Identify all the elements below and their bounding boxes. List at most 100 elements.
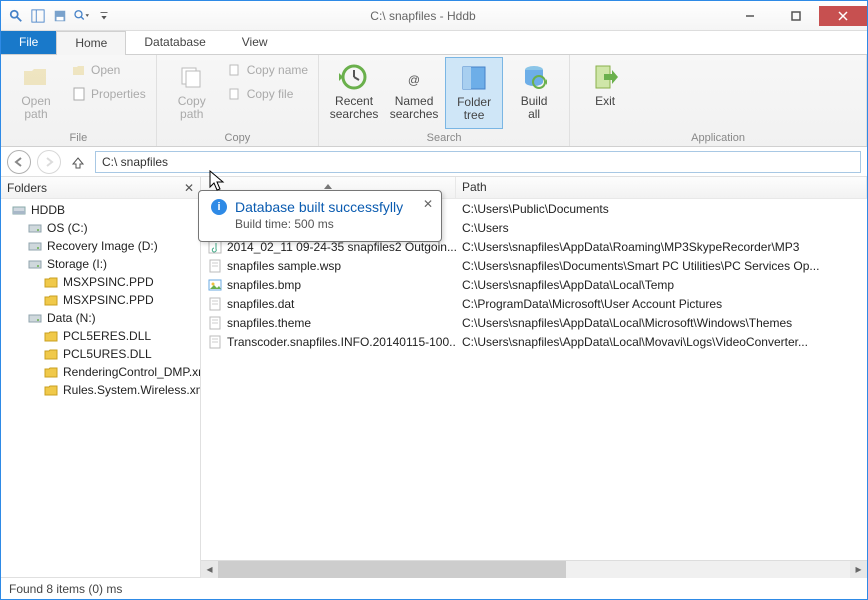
list-row[interactable]: snapfiles.datC:\ProgramData\Microsoft\Us… <box>201 294 867 313</box>
tree-item[interactable]: MSXPSINC.PPD <box>1 291 200 309</box>
folder-tree-button[interactable]: Folder tree <box>445 57 503 129</box>
tooltip-title: Database built successfylly <box>235 199 403 215</box>
window-controls <box>727 6 867 26</box>
folder-icon <box>43 328 59 344</box>
tree-item[interactable]: PCL5ERES.DLL <box>1 327 200 345</box>
disk-icon <box>11 202 27 218</box>
group-label-copy: Copy <box>163 132 312 146</box>
status-bar: Found 8 items (0) ms <box>1 577 867 599</box>
folder-tree-pane: Folders ✕ HDDBOS (C:)Recovery Image (D:)… <box>1 177 201 577</box>
up-button[interactable] <box>67 155 89 169</box>
exit-button[interactable]: Exit <box>576 57 634 129</box>
folder-icon <box>20 61 52 93</box>
tab-home[interactable]: Home <box>56 31 126 55</box>
tree-item[interactable]: OS (C:) <box>1 219 200 237</box>
list-row[interactable]: Transcoder.snapfiles.INFO.20140115-100..… <box>201 332 867 351</box>
drive-icon <box>27 310 43 326</box>
qat-overflow-icon[interactable] <box>95 7 113 25</box>
tab-database[interactable]: Datatabase <box>126 31 223 54</box>
list-rows[interactable]: C:\Users\Public\DocumentsC:\Users2014_02… <box>201 199 867 560</box>
ribbon-group-copy: Copy path Copy name Copy file Copy <box>157 55 319 146</box>
scroll-thumb[interactable] <box>218 561 566 578</box>
back-button[interactable] <box>7 150 31 174</box>
folder-icon <box>43 364 59 380</box>
list-row[interactable]: snapfiles.bmpC:\Users\snapfiles\AppData\… <box>201 275 867 294</box>
folder-icon <box>43 292 59 308</box>
address-bar-row: C:\ snapfiles <box>1 147 867 177</box>
properties-button[interactable]: Properties <box>67 83 150 105</box>
tree-item[interactable]: Rules.System.Wireless.xml <box>1 381 200 399</box>
drive-icon <box>27 220 43 236</box>
address-input[interactable]: C:\ snapfiles <box>95 151 861 173</box>
info-icon: i <box>211 199 227 215</box>
recent-searches-button[interactable]: Recent searches <box>325 57 383 129</box>
tree-item[interactable]: PCL5URES.DLL <box>1 345 200 363</box>
layout-icon[interactable] <box>29 7 47 25</box>
folder-icon <box>43 274 59 290</box>
recent-icon <box>338 61 370 93</box>
copy-file-icon <box>227 86 243 102</box>
doc-icon <box>207 258 223 274</box>
quick-access-toolbar <box>1 7 119 25</box>
open-path-button[interactable]: Open path <box>7 57 65 129</box>
tooltip-close-button[interactable]: ✕ <box>423 197 433 211</box>
open-button[interactable]: Open <box>67 59 150 81</box>
drive-icon <box>27 238 43 254</box>
doc-icon <box>207 334 223 350</box>
scroll-track[interactable] <box>218 561 850 578</box>
tooltip-subtitle: Build time: 500 ms <box>235 217 429 231</box>
doc-icon <box>207 315 223 331</box>
ribbon-group-search: Recent searches @ Named searches Folder … <box>319 55 570 146</box>
search-dropdown-icon[interactable] <box>73 7 91 25</box>
copy-name-button[interactable]: Copy name <box>223 59 312 81</box>
doc-icon <box>207 296 223 312</box>
tree-item[interactable]: Storage (I:) <box>1 255 200 273</box>
build-all-button[interactable]: Build all <box>505 57 563 129</box>
tree-item[interactable]: RenderingControl_DMP.xml <box>1 363 200 381</box>
tree-item[interactable]: HDDB <box>1 201 200 219</box>
title-bar: C:\ snapfiles - Hddb <box>1 1 867 31</box>
at-icon: @ <box>398 61 430 93</box>
notification-tooltip: i Database built successfylly Build time… <box>198 190 442 242</box>
minimize-button[interactable] <box>727 6 773 26</box>
ribbon-group-file: Open path Open Properties File <box>1 55 157 146</box>
exit-icon <box>589 61 621 93</box>
close-tree-button[interactable]: ✕ <box>184 181 194 195</box>
copy-file-button[interactable]: Copy file <box>223 83 312 105</box>
status-text: Found 8 items (0) ms <box>9 582 122 596</box>
group-label-file: File <box>7 132 150 146</box>
save-icon[interactable] <box>51 7 69 25</box>
ribbon-group-application: Exit Application <box>570 55 867 146</box>
group-label-app: Application <box>576 132 860 146</box>
list-row[interactable]: snapfiles sample.wspC:\Users\snapfiles\D… <box>201 256 867 275</box>
window-title: C:\ snapfiles - Hddb <box>119 9 727 23</box>
folder-icon <box>43 346 59 362</box>
horizontal-scrollbar[interactable]: ◂ ▸ <box>201 560 867 577</box>
tree-item[interactable]: Data (N:) <box>1 309 200 327</box>
scroll-right-icon[interactable]: ▸ <box>850 561 867 578</box>
list-row[interactable]: snapfiles.themeC:\Users\snapfiles\AppDat… <box>201 313 867 332</box>
folder-tree-header: Folders ✕ <box>1 177 200 199</box>
named-searches-button[interactable]: @ Named searches <box>385 57 443 129</box>
tree-item[interactable]: Recovery Image (D:) <box>1 237 200 255</box>
folder-tree[interactable]: HDDBOS (C:)Recovery Image (D:)Storage (I… <box>1 199 200 577</box>
scroll-left-icon[interactable]: ◂ <box>201 561 218 578</box>
maximize-button[interactable] <box>773 6 819 26</box>
folder-open-icon <box>71 62 87 78</box>
copy-icon <box>176 61 208 93</box>
tab-view[interactable]: View <box>224 31 286 54</box>
tab-file[interactable]: File <box>1 31 56 54</box>
ribbon-tabs: File Home Datatabase View <box>1 31 867 55</box>
ribbon: Open path Open Properties File Copy path… <box>1 55 867 147</box>
folder-icon <box>43 382 59 398</box>
copy-name-icon <box>227 62 243 78</box>
column-path[interactable]: Path <box>456 177 867 198</box>
copy-path-button[interactable]: Copy path <box>163 57 221 129</box>
close-button[interactable] <box>819 6 867 26</box>
database-refresh-icon <box>518 61 550 93</box>
drive-icon <box>27 256 43 272</box>
forward-button[interactable] <box>37 150 61 174</box>
tree-item[interactable]: MSXPSINC.PPD <box>1 273 200 291</box>
search-icon[interactable] <box>7 7 25 25</box>
properties-icon <box>71 86 87 102</box>
